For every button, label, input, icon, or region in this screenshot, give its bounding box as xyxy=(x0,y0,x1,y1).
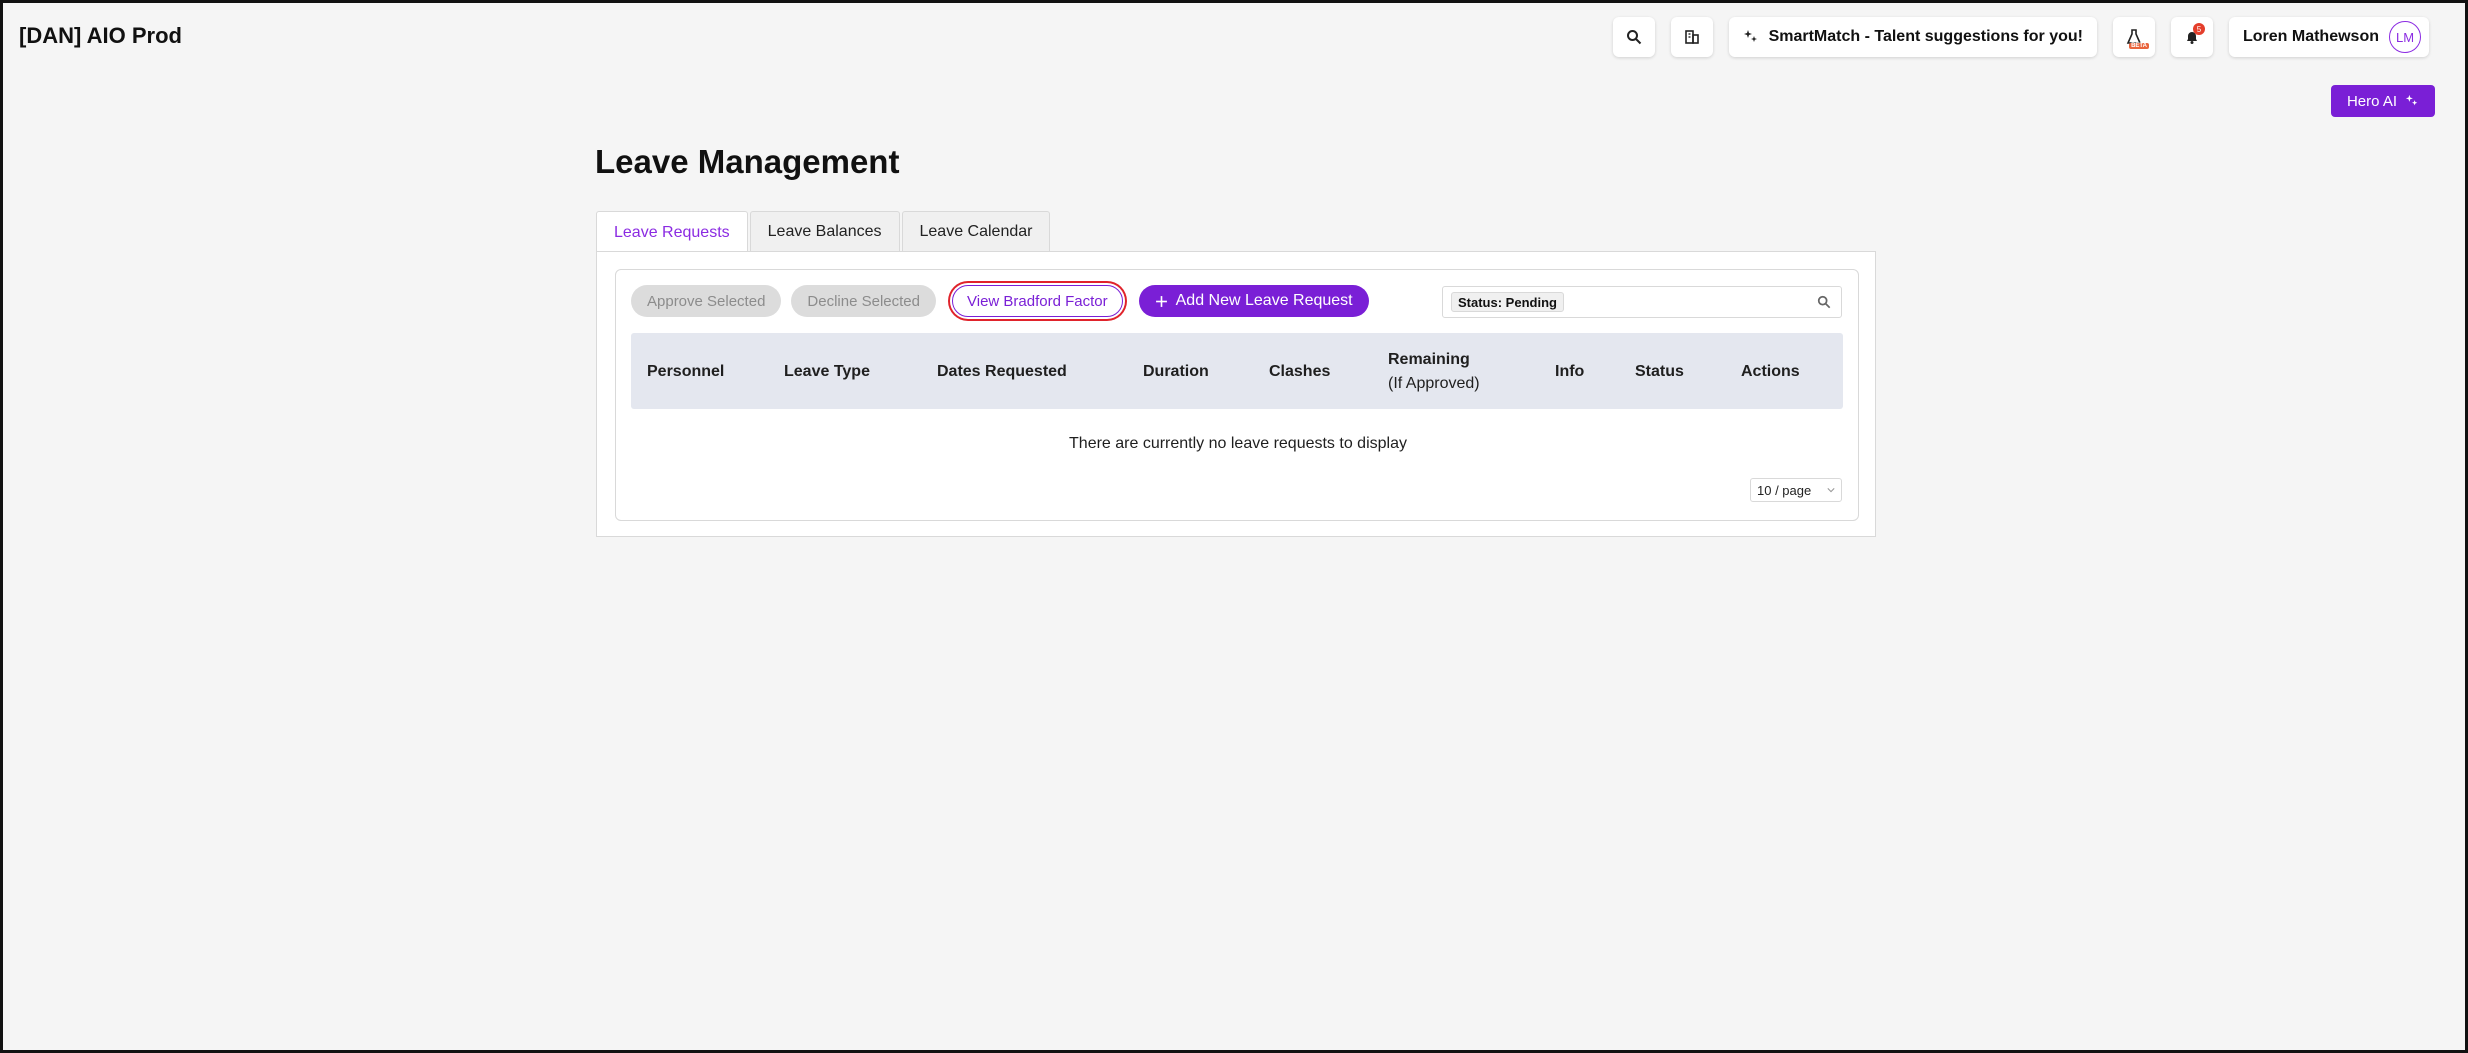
sparkle-icon xyxy=(2405,94,2418,106)
add-leave-request-button[interactable]: Add New Leave Request xyxy=(1138,285,1369,317)
search-icon xyxy=(1626,30,1641,45)
column-status[interactable]: Status xyxy=(1635,363,1684,381)
column-actions[interactable]: Actions xyxy=(1741,363,1800,381)
decline-selected-button[interactable]: Decline Selected xyxy=(791,285,936,317)
column-remaining-sub: (If Approved) xyxy=(1388,375,1480,392)
avatar: LM xyxy=(2389,21,2421,53)
approve-selected-button[interactable]: Approve Selected xyxy=(631,285,782,317)
tab-bar: Leave Requests Leave Balances Leave Cale… xyxy=(596,211,1051,253)
notifications-button[interactable]: 5 xyxy=(2170,17,2213,57)
column-remaining-label: Remaining xyxy=(1388,351,1470,368)
smartmatch-label: SmartMatch - Talent suggestions for you! xyxy=(1768,28,2083,45)
page-size-label: 10 / page xyxy=(1757,482,1812,498)
toolbar: Approve Selected Decline Selected View B… xyxy=(631,285,1369,317)
tab-panel: Approve Selected Decline Selected View B… xyxy=(596,251,1876,537)
view-bradford-factor-button[interactable]: View Bradford Factor xyxy=(952,285,1123,317)
table-header: Personnel Leave Type Dates Requested Dur… xyxy=(631,333,1843,409)
plus-icon xyxy=(1155,295,1167,307)
building-icon xyxy=(1684,30,1699,44)
add-leave-request-label: Add New Leave Request xyxy=(1175,292,1353,309)
leave-requests-card: Approve Selected Decline Selected View B… xyxy=(615,269,1859,521)
notification-badge: 5 xyxy=(2192,23,2205,35)
search-icon[interactable] xyxy=(1817,295,1831,309)
sparkle-icon xyxy=(1743,30,1757,42)
page-size-select[interactable]: 10 / page xyxy=(1750,478,1842,502)
user-menu[interactable]: Loren Mathewson LM xyxy=(2228,17,2429,57)
beta-tag: BETA xyxy=(2129,43,2149,49)
status-filter-input[interactable]: Status: Pending xyxy=(1442,286,1842,318)
column-duration[interactable]: Duration xyxy=(1143,363,1209,381)
status-filter-tag[interactable]: Status: Pending xyxy=(1451,292,1564,312)
tab-leave-balances[interactable]: Leave Balances xyxy=(749,211,900,251)
chevron-down-icon xyxy=(1827,488,1835,493)
tab-leave-requests[interactable]: Leave Requests xyxy=(596,211,748,253)
column-clashes[interactable]: Clashes xyxy=(1269,363,1330,381)
app-title: [DAN] AIO Prod xyxy=(19,23,182,48)
hero-ai-label: Hero AI xyxy=(2346,92,2397,110)
tab-leave-calendar[interactable]: Leave Calendar xyxy=(901,211,1051,251)
beta-lab-button[interactable]: BETA xyxy=(2112,17,2155,57)
column-leave-type[interactable]: Leave Type xyxy=(784,363,870,381)
column-dates-requested[interactable]: Dates Requested xyxy=(937,363,1067,381)
empty-state-message: There are currently no leave requests to… xyxy=(1069,435,1407,452)
column-info[interactable]: Info xyxy=(1555,363,1584,381)
hero-ai-button[interactable]: Hero AI xyxy=(2330,85,2435,117)
column-remaining[interactable]: Remaining (If Approved) xyxy=(1388,351,1480,393)
search-button[interactable] xyxy=(1612,17,1655,57)
user-name: Loren Mathewson xyxy=(2242,28,2379,45)
page-title: Leave Management xyxy=(595,143,900,180)
column-personnel[interactable]: Personnel xyxy=(647,363,724,381)
smartmatch-button[interactable]: SmartMatch - Talent suggestions for you! xyxy=(1728,17,2097,57)
header-actions: SmartMatch - Talent suggestions for you!… xyxy=(1612,17,2429,57)
company-button[interactable] xyxy=(1670,17,1713,57)
